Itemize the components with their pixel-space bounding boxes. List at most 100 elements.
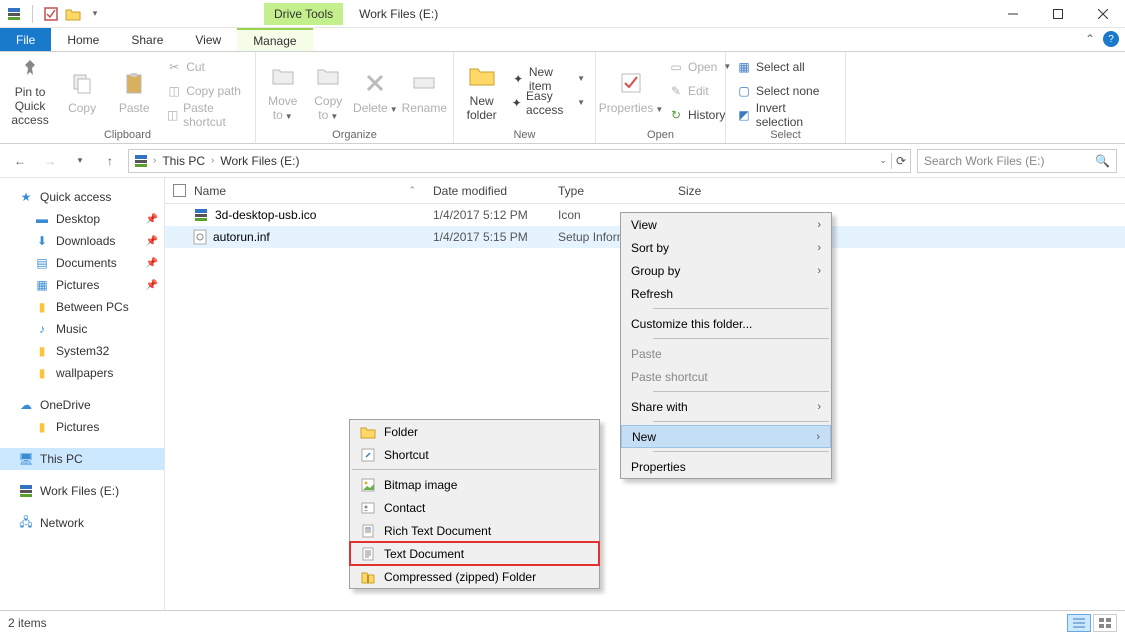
ctx-view[interactable]: View› xyxy=(621,213,831,236)
refresh-icon[interactable]: ⟳ xyxy=(896,154,906,168)
qat-dropdown-icon[interactable]: ▾ xyxy=(87,6,103,22)
copy-path-button[interactable]: ◫Copy path xyxy=(162,80,249,102)
select-all-checkbox[interactable] xyxy=(173,184,186,197)
sidebar-documents[interactable]: ▤Documents📌 xyxy=(0,252,164,274)
select-all-button[interactable]: ▦Select all xyxy=(732,56,839,78)
invert-selection-button[interactable]: ◩Invert selection xyxy=(732,104,839,126)
chevron-right-icon: › xyxy=(816,431,820,443)
subctx-contact[interactable]: Contact xyxy=(350,496,599,519)
paste-button[interactable]: Paste xyxy=(110,55,158,127)
qat-properties-icon[interactable] xyxy=(43,6,59,22)
address-bar[interactable]: › This PC › Work Files (E:) ⌄ ⟳ xyxy=(128,149,911,173)
recent-locations-button[interactable]: ▾ xyxy=(68,149,92,173)
sidebar-network[interactable]: 🖧Network xyxy=(0,512,164,534)
ctx-refresh[interactable]: Refresh xyxy=(621,282,831,305)
new-folder-button[interactable]: New folder xyxy=(460,55,503,127)
thumbnails-view-button[interactable] xyxy=(1093,614,1117,632)
ctx-share-with[interactable]: Share with› xyxy=(621,395,831,418)
back-button[interactable]: ← xyxy=(8,149,32,173)
ribbon-collapse-icon[interactable]: ⌃ xyxy=(1085,32,1095,46)
sidebar-desktop[interactable]: ▬Desktop📌 xyxy=(0,208,164,230)
up-button[interactable]: ↑ xyxy=(98,149,122,173)
col-type[interactable]: Type xyxy=(550,184,670,198)
easy-access-button[interactable]: ✦Easy access▼ xyxy=(507,92,589,114)
ctx-sort-by[interactable]: Sort by› xyxy=(621,236,831,259)
folder-icon[interactable] xyxy=(65,6,81,22)
select-none-icon: ▢ xyxy=(736,83,752,99)
select-none-button[interactable]: ▢Select none xyxy=(732,80,839,102)
breadcrumb-drive[interactable]: Work Files (E:) xyxy=(218,154,301,168)
breadcrumb-thispc[interactable]: This PC xyxy=(160,154,207,168)
documents-icon: ▤ xyxy=(34,255,50,271)
select-all-icon: ▦ xyxy=(736,59,752,75)
history-icon: ↻ xyxy=(668,107,684,123)
sidebar-wallpapers[interactable]: ▮wallpapers xyxy=(0,362,164,384)
sidebar-this-pc[interactable]: 🖥This PC xyxy=(0,448,164,470)
tab-manage[interactable]: Manage xyxy=(237,28,312,51)
sidebar-od-pictures[interactable]: ▮Pictures xyxy=(0,416,164,438)
col-name[interactable]: Name⌃ xyxy=(165,184,425,198)
sidebar-system32[interactable]: ▮System32 xyxy=(0,340,164,362)
pin-to-quick-access-button[interactable]: Pin to Quick access xyxy=(6,55,54,127)
tab-view[interactable]: View xyxy=(179,28,237,51)
maximize-button[interactable] xyxy=(1035,0,1080,28)
ctx-paste[interactable]: Paste xyxy=(621,342,831,365)
ribbon-group-open: Open xyxy=(596,129,725,143)
new-item-button[interactable]: ✦New item▼ xyxy=(507,68,589,90)
search-icon: 🔍 xyxy=(1095,154,1110,168)
ribbon: Pin to Quick access Copy Paste ✂Cut ◫Cop… xyxy=(0,52,1125,144)
addr-dropdown-icon[interactable]: ⌄ xyxy=(879,155,887,166)
open-icon: ▭ xyxy=(668,59,684,75)
rename-button[interactable]: Rename xyxy=(402,55,447,127)
chevron-right-icon[interactable]: › xyxy=(153,155,156,166)
subctx-text-document[interactable]: Text Document xyxy=(350,542,599,565)
minimize-button[interactable] xyxy=(990,0,1035,28)
sidebar-work-files[interactable]: Work Files (E:) xyxy=(0,480,164,502)
tab-share[interactable]: Share xyxy=(115,28,179,51)
move-to-button[interactable]: Move to▼ xyxy=(262,55,304,127)
history-button[interactable]: ↻History xyxy=(664,104,735,126)
forward-button[interactable]: → xyxy=(38,149,62,173)
close-button[interactable] xyxy=(1080,0,1125,28)
open-button[interactable]: ▭Open▼ xyxy=(664,56,735,78)
tab-home[interactable]: Home xyxy=(51,28,115,51)
sidebar-between-pcs[interactable]: ▮Between PCs xyxy=(0,296,164,318)
sidebar-onedrive[interactable]: ☁OneDrive xyxy=(0,394,164,416)
sidebar-downloads[interactable]: ⬇Downloads📌 xyxy=(0,230,164,252)
new-submenu: Folder Shortcut Bitmap image Contact Ric… xyxy=(349,419,600,589)
copy-to-button[interactable]: Copy to▼ xyxy=(308,55,350,127)
copy-button[interactable]: Copy xyxy=(58,55,106,127)
cut-button[interactable]: ✂Cut xyxy=(162,56,249,78)
chevron-right-icon[interactable]: › xyxy=(211,155,214,166)
ctx-properties[interactable]: Properties xyxy=(621,455,831,478)
sidebar-music[interactable]: ♪Music xyxy=(0,318,164,340)
sidebar-quick-access[interactable]: ★Quick access xyxy=(0,186,164,208)
ctx-group-by[interactable]: Group by› xyxy=(621,259,831,282)
subctx-rtf[interactable]: Rich Text Document xyxy=(350,519,599,542)
subctx-shortcut[interactable]: Shortcut xyxy=(350,443,599,466)
subctx-zip[interactable]: Compressed (zipped) Folder xyxy=(350,565,599,588)
invert-selection-icon: ◩ xyxy=(736,107,752,123)
search-input[interactable]: Search Work Files (E:) 🔍 xyxy=(917,149,1117,173)
details-view-button[interactable] xyxy=(1067,614,1091,632)
ctx-paste-shortcut[interactable]: Paste shortcut xyxy=(621,365,831,388)
edit-button[interactable]: ✎Edit xyxy=(664,80,735,102)
subctx-folder[interactable]: Folder xyxy=(350,420,599,443)
zip-icon xyxy=(360,569,376,585)
col-size[interactable]: Size xyxy=(670,184,750,198)
ctx-new[interactable]: New› xyxy=(621,425,831,448)
sidebar-pictures[interactable]: ▦Pictures📌 xyxy=(0,274,164,296)
contact-icon xyxy=(360,500,376,516)
properties-button[interactable]: Properties▼ xyxy=(602,55,660,127)
subctx-bitmap[interactable]: Bitmap image xyxy=(350,473,599,496)
help-icon[interactable]: ? xyxy=(1103,31,1119,47)
ico-file-icon xyxy=(193,207,209,223)
col-date[interactable]: Date modified xyxy=(425,184,550,198)
ctx-customize[interactable]: Customize this folder... xyxy=(621,312,831,335)
delete-button[interactable]: Delete▼ xyxy=(353,55,398,127)
edit-icon: ✎ xyxy=(668,83,684,99)
paste-shortcut-button[interactable]: ◫Paste shortcut xyxy=(162,104,249,126)
downloads-icon: ⬇ xyxy=(34,233,50,249)
tab-file[interactable]: File xyxy=(0,28,51,51)
shortcut-icon xyxy=(360,447,376,463)
